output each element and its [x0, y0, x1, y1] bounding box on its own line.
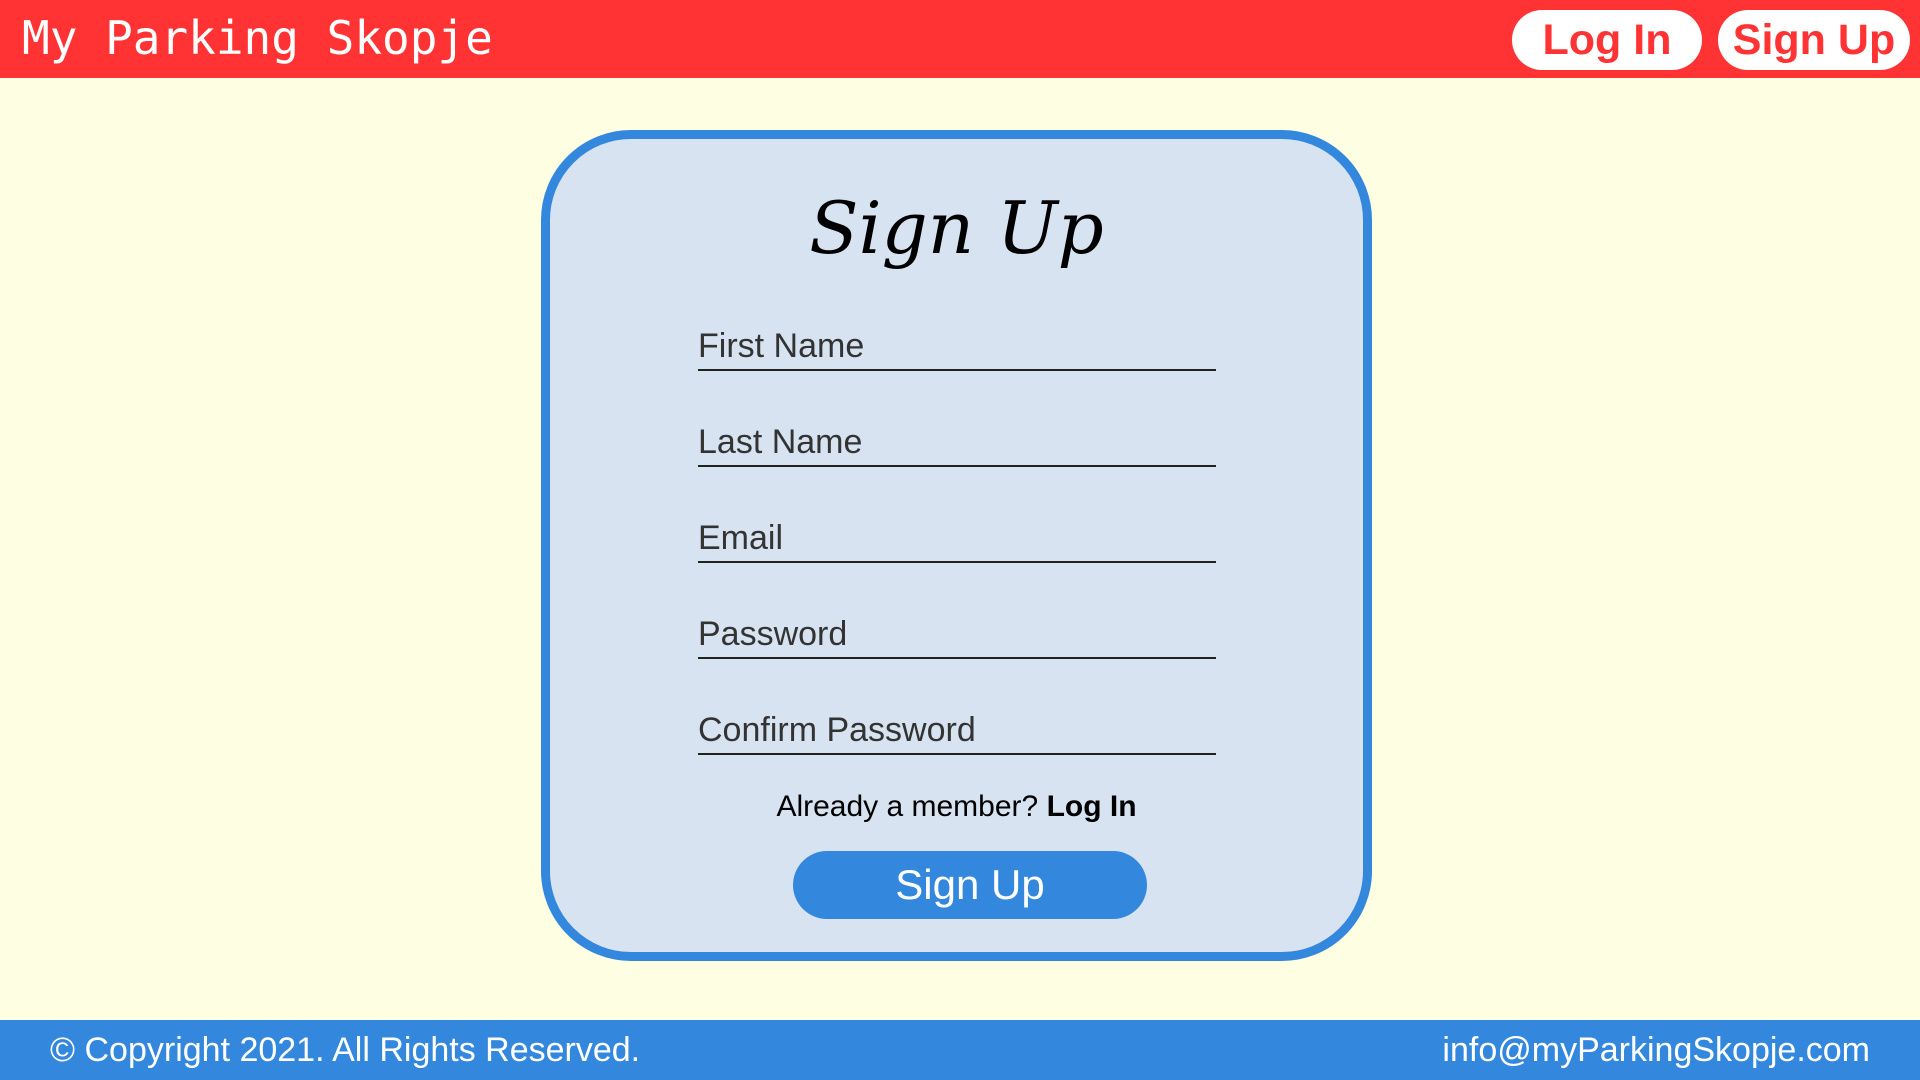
top-navbar: My Parking Skopje Log In Sign Up [0, 0, 1920, 78]
first-name-label: First Name [698, 327, 865, 365]
password-field[interactable]: Password [698, 607, 1216, 659]
last-name-field[interactable]: Last Name [698, 415, 1216, 467]
first-name-field[interactable]: First Name [698, 319, 1216, 371]
member-prompt-row: Already a member? Log In [550, 787, 1363, 827]
confirm-password-field[interactable]: Confirm Password [698, 703, 1216, 755]
last-name-label: Last Name [698, 423, 863, 461]
login-link[interactable]: Log In [1047, 790, 1137, 823]
member-prompt-text: Already a member? [776, 790, 1039, 823]
footer-bar: © Copyright 2021. All Rights Reserved. i… [0, 1020, 1920, 1080]
contact-email[interactable]: info@myParkingSkopje.com [1442, 1020, 1870, 1080]
password-label: Password [698, 615, 848, 653]
site-title[interactable]: My Parking Skopje [22, 8, 493, 68]
confirm-password-label: Confirm Password [698, 711, 976, 749]
signup-card: Sign Up First Name Last Name Email Passw… [541, 130, 1372, 961]
form-title: Sign Up [809, 186, 1104, 270]
nav-signup-button[interactable]: Sign Up [1718, 10, 1910, 70]
nav-login-button[interactable]: Log In [1512, 10, 1702, 70]
copyright-text: © Copyright 2021. All Rights Reserved. [50, 1031, 641, 1069]
signup-submit-button[interactable]: Sign Up [793, 851, 1147, 919]
email-field[interactable]: Email [698, 511, 1216, 563]
email-label: Email [698, 519, 784, 557]
